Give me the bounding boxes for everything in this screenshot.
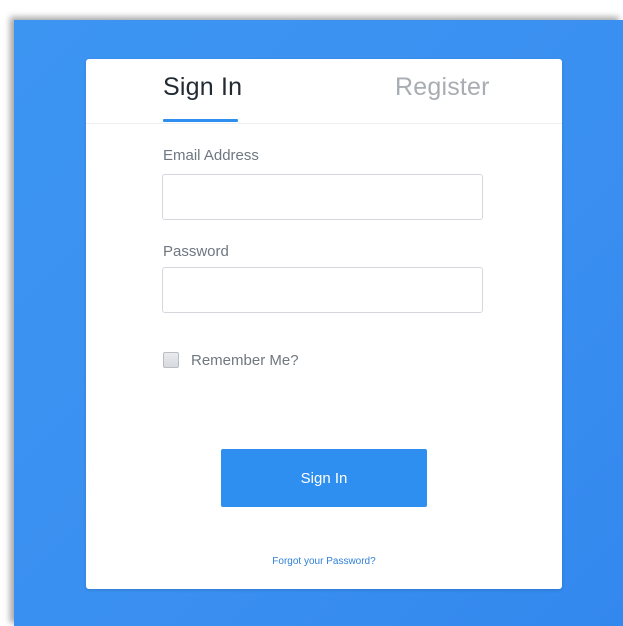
remember-me-row[interactable]: Remember Me?	[163, 349, 299, 371]
window-frame: Sign In Register Email Address Password …	[0, 0, 623, 626]
sign-in-button[interactable]: Sign In	[221, 449, 427, 507]
password-field[interactable]	[162, 267, 483, 313]
email-label: Email Address	[163, 147, 259, 164]
email-field[interactable]	[162, 174, 483, 220]
tab-register[interactable]: Register	[395, 73, 490, 102]
remember-me-label: Remember Me?	[191, 351, 299, 369]
forgot-password-link[interactable]: Forgot your Password?	[86, 556, 562, 567]
active-tab-indicator	[163, 119, 238, 122]
auth-tabs: Sign In Register	[86, 59, 562, 124]
tab-sign-in[interactable]: Sign In	[163, 73, 242, 102]
login-card: Sign In Register Email Address Password …	[86, 59, 562, 589]
password-label: Password	[163, 243, 229, 260]
checkbox-unchecked-icon[interactable]	[163, 352, 179, 368]
